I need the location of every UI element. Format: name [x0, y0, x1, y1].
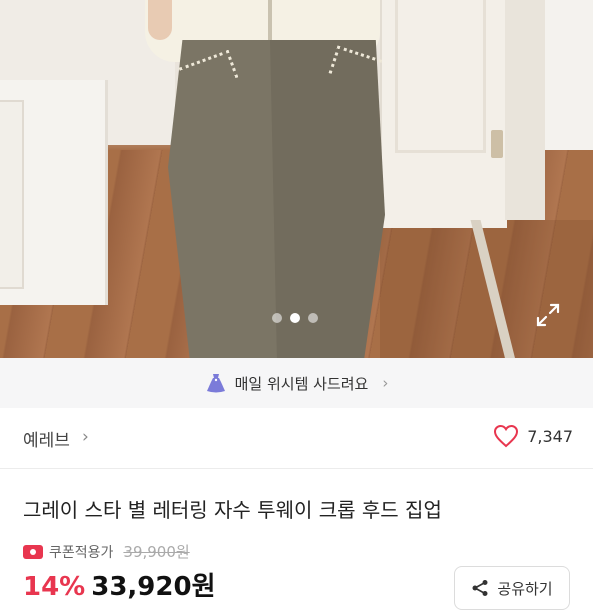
carousel-dots — [272, 313, 318, 323]
chevron-right-icon: › — [382, 374, 389, 392]
coupon-label: 쿠폰적용가 — [49, 544, 114, 561]
expand-icon[interactable] — [535, 302, 561, 328]
discount-rate: 14% — [23, 572, 86, 602]
coupon-icon — [23, 544, 43, 559]
product-title: 그레이 스타 별 레터링 자수 투웨이 크롭 후드 집업 — [23, 498, 442, 522]
share-label: 공유하기 — [497, 579, 553, 598]
dress-icon — [206, 374, 225, 393]
like-button[interactable]: 7,347 — [493, 424, 573, 448]
likes-count: 7,347 — [527, 426, 573, 446]
coupon-price-row: 쿠폰적용가 39,900원 — [23, 541, 190, 562]
door-frame — [505, 0, 545, 220]
door-panel — [395, 0, 486, 153]
chevron-right-icon[interactable]: › — [82, 427, 89, 447]
share-button[interactable]: 공유하기 — [454, 566, 570, 610]
promo-banner-text: 매일 위시템 사드려요 — [234, 374, 369, 393]
divider — [0, 468, 593, 469]
door-hinge — [491, 130, 503, 158]
share-icon — [472, 580, 488, 596]
model-hand — [148, 0, 172, 40]
heart-icon[interactable] — [493, 424, 519, 448]
cabinet-panel — [0, 100, 24, 289]
price-row: 14% 33,920원 — [23, 566, 216, 603]
floor-shadow — [380, 220, 593, 358]
wall-right — [545, 0, 593, 150]
seller-name-link[interactable]: 예레브 — [23, 426, 70, 451]
original-price: 39,900원 — [123, 543, 190, 561]
seller-row: 예레브 › 7,347 — [0, 408, 593, 468]
promo-banner[interactable]: 매일 위시템 사드려요 › — [0, 358, 593, 408]
carousel-dot-active[interactable] — [290, 313, 300, 323]
sale-price: 33,920원 — [91, 572, 216, 602]
carousel-dot[interactable] — [272, 313, 282, 323]
carousel-dot[interactable] — [308, 313, 318, 323]
product-photo[interactable] — [0, 0, 593, 358]
model-pants-right — [270, 40, 385, 358]
